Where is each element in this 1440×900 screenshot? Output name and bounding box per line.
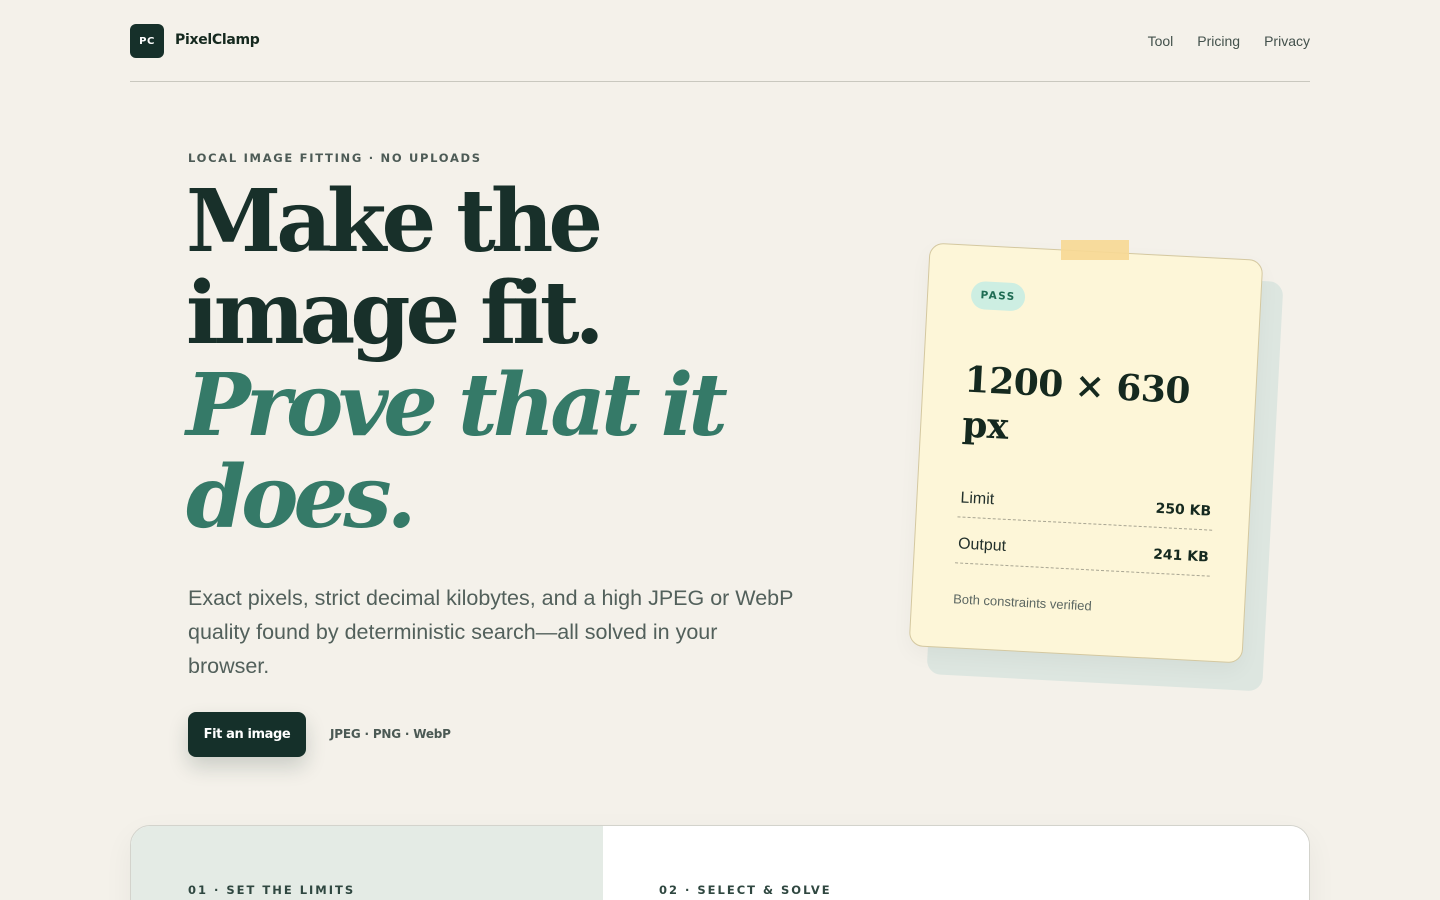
limit-row: Limit 250 KB: [957, 477, 1215, 531]
step-1-label: 01 · SET THE LIMITS: [188, 883, 356, 897]
verification-note: Both constraints verified: [952, 591, 1093, 614]
main-nav: Tool Pricing Privacy: [1148, 33, 1310, 49]
site-header: PC PixelClamp Tool Pricing Privacy: [130, 0, 1310, 82]
limit-value: 250 KB: [1155, 500, 1212, 520]
status-badge: PASS: [970, 280, 1026, 312]
step-set-limits: 01 · SET THE LIMITS: [131, 826, 603, 900]
output-row: Output 241 KB: [955, 523, 1212, 577]
limit-label: Limit: [960, 489, 995, 509]
nav-link-pricing[interactable]: Pricing: [1197, 33, 1240, 49]
headline-line-2: image fit.: [186, 263, 605, 364]
nav-link-tool[interactable]: Tool: [1148, 33, 1174, 49]
headline-line-4: does.: [186, 447, 417, 548]
steps-panel: 01 · SET THE LIMITS 02 · SELECT & SOLVE: [130, 825, 1310, 900]
tape-strip: [1061, 240, 1129, 260]
headline-line-1: Make the: [186, 171, 603, 272]
output-label: Output: [957, 535, 1007, 555]
hero-headline: Make the image fit. Prove that it does.: [186, 171, 728, 548]
nav-link-privacy[interactable]: Privacy: [1264, 33, 1310, 49]
step-2-label: 02 · SELECT & SOLVE: [659, 883, 832, 897]
step-select-solve: 02 · SELECT & SOLVE: [603, 826, 1309, 900]
output-dimensions: 1200 × 630 px: [961, 358, 1192, 448]
output-value: 241 KB: [1152, 546, 1210, 566]
fit-image-button[interactable]: Fit an image: [188, 712, 306, 757]
logo-badge[interactable]: PC: [130, 24, 164, 58]
hero-eyebrow: LOCAL IMAGE FITTING · NO UPLOADS: [188, 151, 482, 165]
headline-line-3: Prove that it: [186, 355, 728, 456]
hero-lead: Exact pixels, strict decimal kilobytes, …: [188, 586, 794, 678]
result-card: PASS 1200 × 630 px Limit 250 KB Output 2…: [908, 242, 1264, 664]
brand-name[interactable]: PixelClamp: [175, 32, 260, 48]
supported-formats: JPEG · PNG · WebP: [330, 727, 451, 741]
